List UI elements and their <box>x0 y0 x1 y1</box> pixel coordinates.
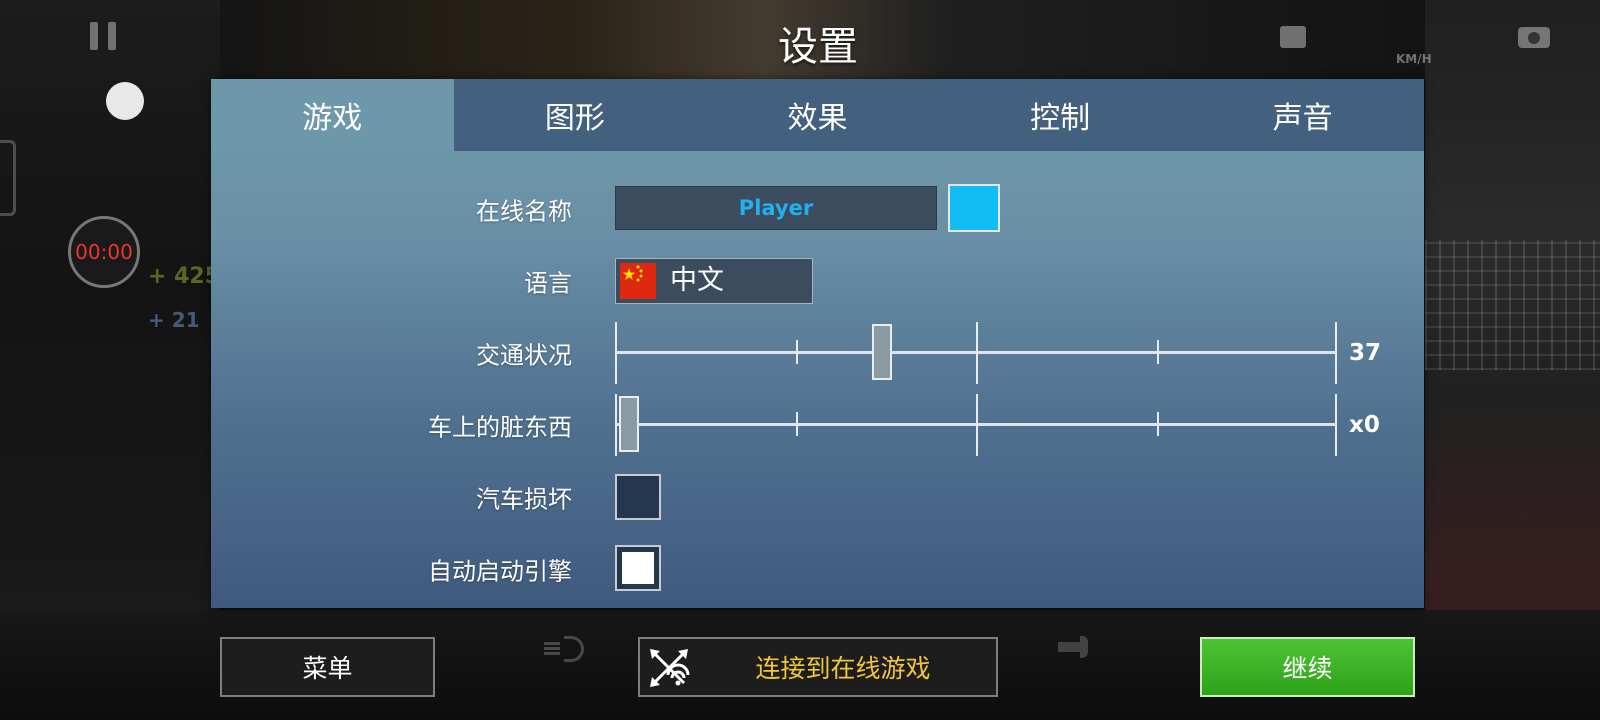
count-stat: + 21 <box>148 308 200 332</box>
headlight-icon[interactable] <box>544 636 584 662</box>
language-value: 中文 <box>670 265 724 296</box>
dirt-label: 车上的脏东西 <box>428 413 572 442</box>
traffic-value: 37 <box>1349 340 1382 366</box>
traffic-label: 交通状况 <box>476 341 572 370</box>
name-color-swatch[interactable] <box>948 184 1000 232</box>
car-damage-label: 汽车损坏 <box>476 485 572 514</box>
tab-game[interactable]: 游戏 <box>211 79 454 151</box>
online-network-icon <box>650 649 690 687</box>
hex-button[interactable] <box>0 140 16 216</box>
menu-button[interactable]: 菜单 <box>220 637 435 697</box>
traffic-slider[interactable] <box>615 322 1337 384</box>
connect-online-label: 连接到在线游戏 <box>755 654 931 683</box>
horn-icon[interactable] <box>1058 636 1088 658</box>
money-stat: + 425 <box>148 264 221 289</box>
tab-graphics[interactable]: 图形 <box>454 79 697 151</box>
dirt-slider-handle[interactable] <box>619 396 640 452</box>
dirt-value: x0 <box>1349 412 1380 438</box>
language-select[interactable]: 中文 <box>615 258 813 304</box>
joystick-dot[interactable] <box>106 82 144 120</box>
traffic-slider-handle[interactable] <box>872 324 893 380</box>
online-name-input[interactable]: Player <box>615 186 937 230</box>
dirt-slider[interactable] <box>615 394 1337 456</box>
online-name-label: 在线名称 <box>476 197 572 226</box>
page-title: 设置 <box>778 24 858 70</box>
continue-button[interactable]: 继续 <box>1200 637 1415 697</box>
auto-start-engine-label: 自动启动引擎 <box>428 557 572 586</box>
car-damage-checkbox[interactable] <box>615 474 661 520</box>
timer-badge: 00:00 <box>68 216 140 288</box>
tab-controls[interactable]: 控制 <box>939 79 1182 151</box>
tab-sound[interactable]: 声音 <box>1181 79 1424 151</box>
tab-bar: 游戏 图形 效果 控制 声音 <box>211 79 1424 151</box>
checkmark-fill <box>622 552 654 584</box>
connect-online-button[interactable]: 连接到在线游戏 <box>638 637 998 697</box>
language-label: 语言 <box>524 269 572 298</box>
china-flag-icon <box>620 263 656 299</box>
tab-effects[interactable]: 效果 <box>696 79 939 151</box>
auto-start-engine-checkbox[interactable] <box>615 545 661 591</box>
settings-panel: 游戏 图形 效果 控制 声音 在线名称 Player 语言 中文 交通状况 37… <box>211 79 1424 608</box>
